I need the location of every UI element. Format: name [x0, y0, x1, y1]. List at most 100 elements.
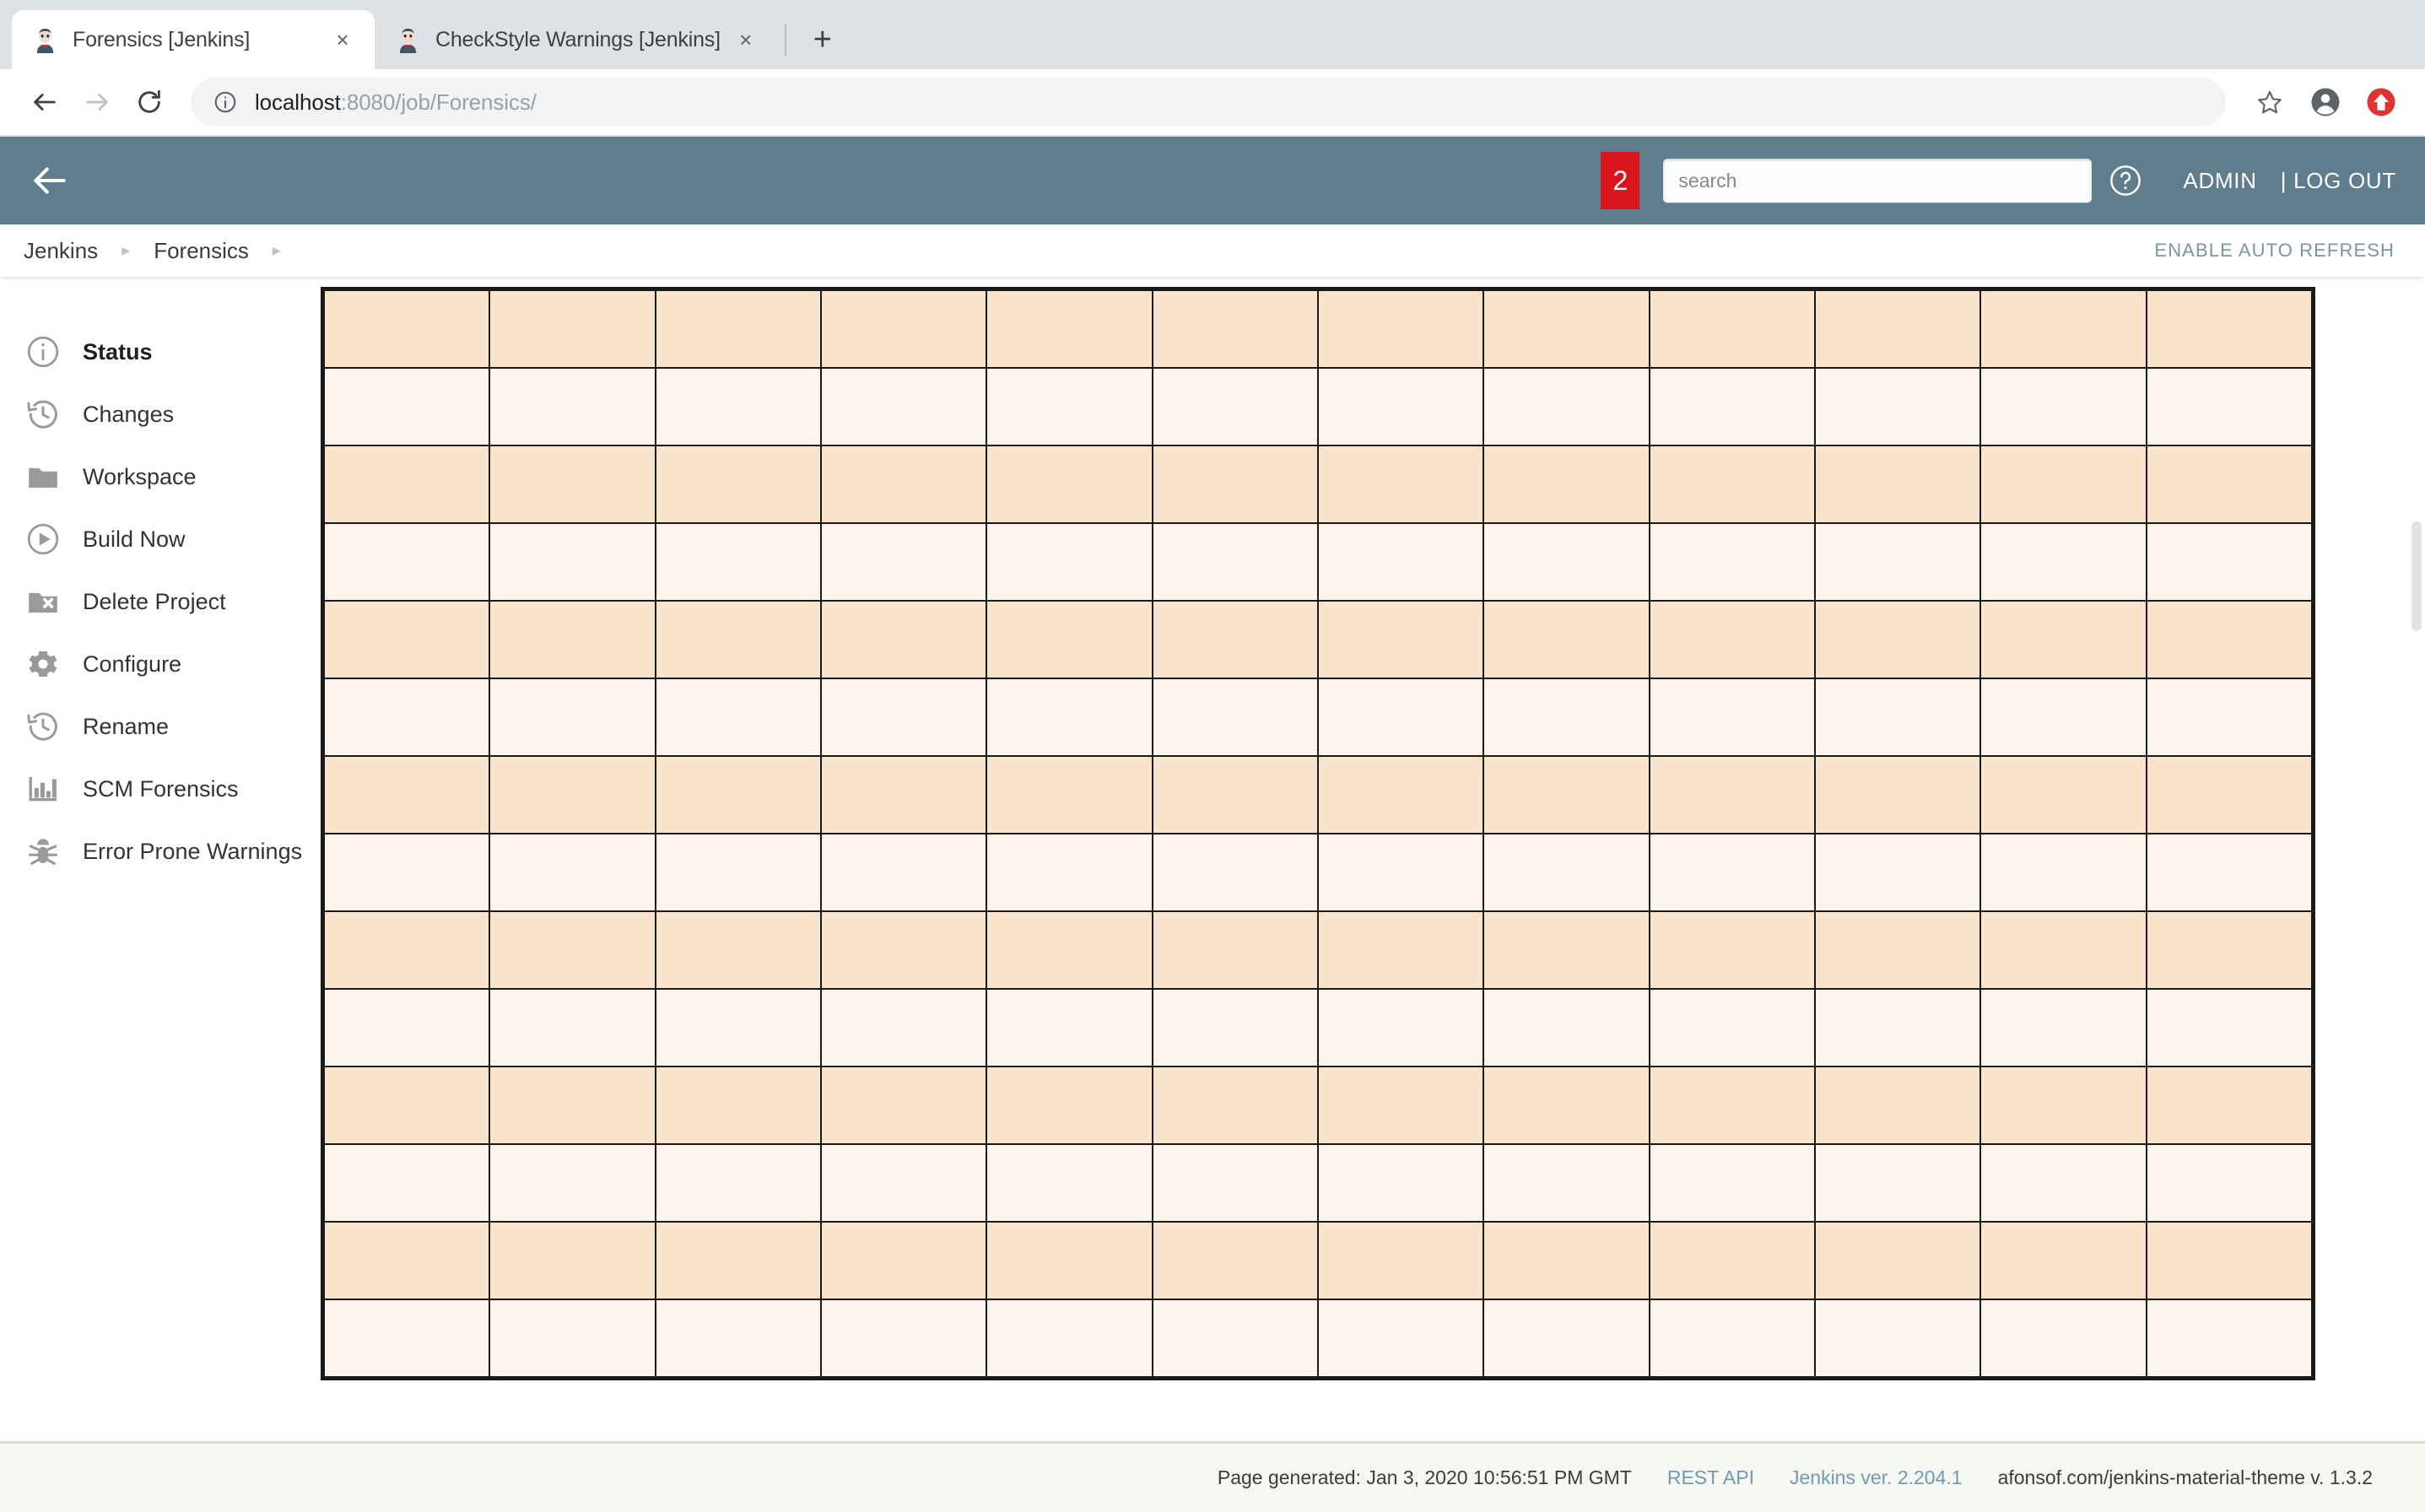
table-cell [1813, 988, 1982, 1067]
page-scrollbar[interactable] [2408, 277, 2425, 1441]
update-arrow-icon[interactable] [2357, 78, 2405, 126]
table-cell [986, 522, 1153, 602]
table-cell [1483, 1299, 1650, 1378]
table-cell [1979, 1299, 2147, 1378]
table-cell [1316, 833, 1485, 912]
table-cell [489, 289, 656, 369]
url-text: localhost:8080/job/Forensics/ [255, 89, 537, 116]
forensics-grid [321, 287, 2315, 1380]
table-cell [1151, 1299, 1319, 1378]
breadcrumb-item-jenkins[interactable]: Jenkins [24, 238, 98, 264]
table-cell [1648, 289, 1816, 369]
table-cell [986, 600, 1153, 679]
sidebar-item-error-prone-warnings[interactable]: Error Prone Warnings [0, 820, 321, 883]
admin-user-link[interactable]: ADMIN [2183, 168, 2256, 194]
table-cell [2145, 1143, 2314, 1223]
search-input[interactable] [1663, 159, 2093, 202]
sidebar-item-build-now[interactable]: Build Now [0, 508, 321, 570]
table-cell [1151, 1221, 1319, 1300]
history-clock-icon [24, 395, 62, 434]
table-cell [1483, 445, 1650, 524]
jenkins-version-link[interactable]: Jenkins ver. 2.204.1 [1790, 1466, 1963, 1489]
url-bar[interactable]: localhost:8080/job/Forensics/ [191, 78, 2226, 127]
chevron-right-icon[interactable]: ▸ [273, 242, 281, 259]
table-cell [1316, 289, 1485, 369]
table-cell [654, 522, 822, 602]
table-cell [819, 833, 988, 912]
table-cell [1813, 522, 1982, 602]
table-cell [322, 910, 491, 990]
logout-link[interactable]: | LOG OUT [2281, 168, 2396, 194]
browser-tab-close-icon[interactable]: × [326, 23, 359, 57]
bar-chart-icon [24, 770, 62, 808]
table-cell [1979, 988, 2147, 1067]
table-cell [322, 1299, 491, 1378]
notification-badge[interactable]: 2 [1601, 152, 1640, 209]
rest-api-link[interactable]: REST API [1667, 1466, 1754, 1489]
table-cell [1316, 755, 1485, 834]
table-cell [489, 522, 656, 602]
sidebar-item-label: Delete Project [83, 588, 226, 614]
table-cell [1483, 1221, 1650, 1300]
table-cell [1483, 367, 1650, 446]
sidebar-item-delete-project[interactable]: Delete Project [0, 570, 321, 633]
star-icon[interactable] [2246, 78, 2293, 126]
table-cell [1151, 367, 1319, 446]
sidebar-item-configure[interactable]: Configure [0, 633, 321, 695]
table-cell [986, 445, 1153, 524]
browser-tab-close-icon[interactable]: × [729, 23, 763, 57]
table-cell [489, 988, 656, 1067]
profile-avatar-icon[interactable] [2302, 78, 2349, 126]
forward-arrow-icon [71, 76, 123, 128]
sidebar-item-workspace[interactable]: Workspace [0, 446, 321, 508]
table-cell [1648, 522, 1816, 602]
browser-toolbar: localhost:8080/job/Forensics/ [0, 69, 2425, 137]
site-info-icon[interactable] [211, 88, 240, 116]
back-arrow-icon[interactable] [19, 76, 71, 128]
table-cell [1316, 367, 1485, 446]
table-cell [1648, 910, 1816, 990]
table-cell [986, 289, 1153, 369]
url-host: localhost [255, 89, 341, 115]
table-cell [489, 755, 656, 834]
browser-tab-checkstyle[interactable]: CheckStyle Warnings [Jenkins] × [375, 10, 778, 69]
folder-delete-icon [24, 582, 62, 621]
sidebar-item-status[interactable]: Status [0, 321, 321, 383]
table-cell [1316, 522, 1485, 602]
table-cell [1979, 1066, 2147, 1145]
table-cell [819, 1066, 988, 1145]
page-back-arrow-icon[interactable] [22, 153, 78, 208]
table-cell [819, 522, 988, 602]
table-cell [1813, 1221, 1982, 1300]
table-cell [986, 988, 1153, 1067]
table-cell [654, 367, 822, 446]
table-row [322, 367, 2314, 446]
table-cell [1813, 367, 1982, 446]
table-cell [986, 1066, 1153, 1145]
sidebar-item-scm-forensics[interactable]: SCM Forensics [0, 758, 321, 820]
breadcrumb-item-forensics[interactable]: Forensics [154, 238, 249, 264]
new-tab-button[interactable]: + [800, 17, 845, 62]
table-cell [1483, 833, 1650, 912]
table-cell [1151, 1143, 1319, 1223]
sidebar-item-label: Configure [83, 651, 182, 677]
browser-tab-forensics[interactable]: Forensics [Jenkins] × [12, 10, 375, 69]
question-mark-circle-icon[interactable] [2107, 162, 2144, 199]
table-cell [2145, 1299, 2314, 1378]
table-cell [1648, 600, 1816, 679]
table-cell [1813, 678, 1982, 757]
table-cell [1483, 910, 1650, 990]
enable-auto-refresh-link[interactable]: ENABLE AUTO REFRESH [2154, 240, 2395, 262]
table-cell [1483, 1066, 1650, 1145]
table-cell [986, 678, 1153, 757]
reload-icon[interactable] [123, 76, 176, 128]
table-cell [1648, 678, 1816, 757]
scrollbar-thumb[interactable] [2411, 521, 2422, 631]
table-row [322, 910, 2314, 990]
table-cell [1648, 445, 1816, 524]
table-cell [489, 367, 656, 446]
play-circle-icon [24, 520, 62, 559]
sidebar-item-rename[interactable]: Rename [0, 695, 321, 758]
table-cell [1979, 678, 2147, 757]
sidebar-item-changes[interactable]: Changes [0, 383, 321, 446]
